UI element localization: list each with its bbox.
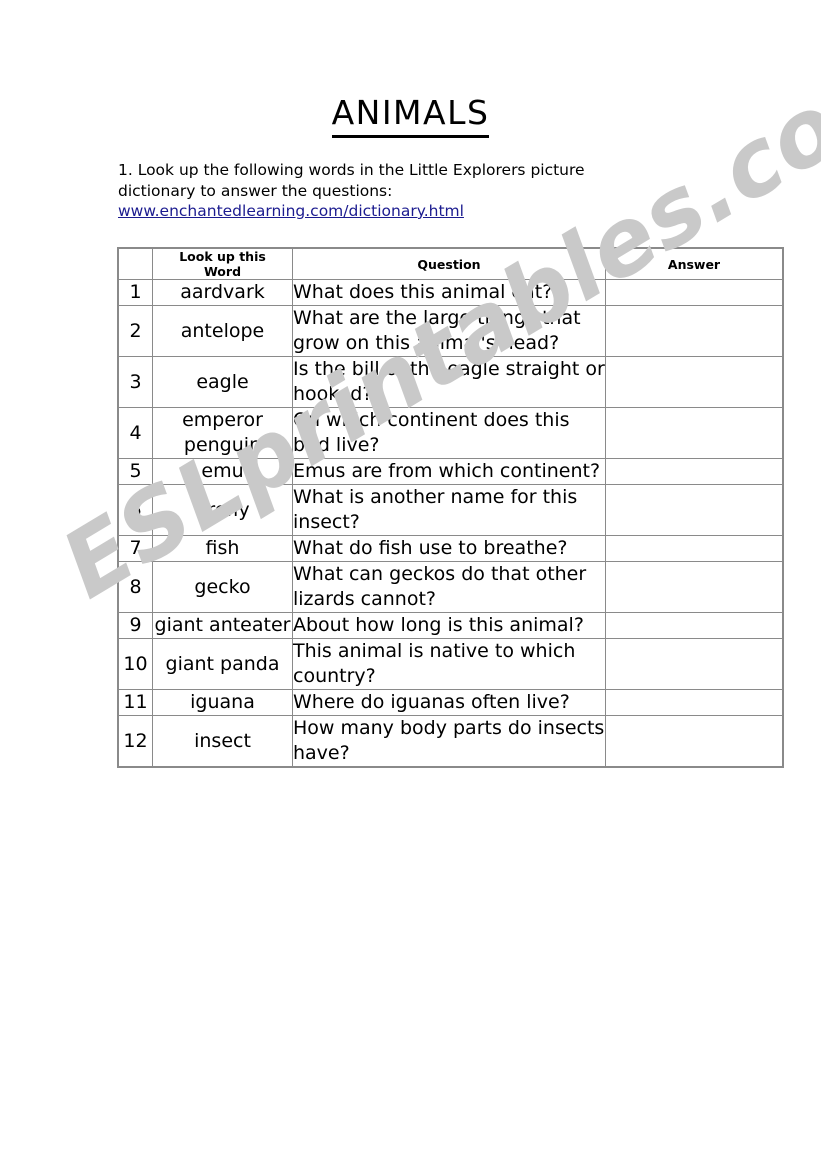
column-header-answer: Answer: [605, 248, 783, 280]
table-row: 11 iguana Where do iguanas often live?: [118, 689, 783, 716]
table-body: 1 aardvark What does this animal eat? 2 …: [118, 279, 783, 767]
table-header-row: Look up this Word Question Answer: [118, 248, 783, 280]
answer-field[interactable]: [605, 279, 783, 306]
answer-field[interactable]: [605, 356, 783, 408]
question-text: About how long is this animal?: [292, 612, 606, 639]
instruction-line-2: dictionary to answer the questions:: [118, 181, 393, 200]
lookup-word: insect: [152, 715, 293, 767]
row-number: 4: [118, 407, 153, 459]
lookup-word: emperor penguin: [152, 407, 293, 459]
column-header-question: Question: [292, 248, 606, 280]
row-number: 3: [118, 356, 153, 408]
lookup-word: antelope: [152, 305, 293, 357]
row-number: 2: [118, 305, 153, 357]
table-row: 10 giant panda This animal is native to …: [118, 638, 783, 690]
row-number: 9: [118, 612, 153, 639]
table-row: 8 gecko What can geckos do that other li…: [118, 561, 783, 613]
question-text: Is the bill of the eagle straight or hoo…: [292, 356, 606, 408]
question-text: Emus are from which continent?: [292, 458, 606, 485]
table-row: 12 insect How many body parts do insects…: [118, 715, 783, 767]
lookup-word: emu: [152, 458, 293, 485]
lookup-word: iguana: [152, 689, 293, 716]
row-number: 5: [118, 458, 153, 485]
answer-field[interactable]: [605, 535, 783, 562]
question-text: What does this animal eat?: [292, 279, 606, 306]
answer-field[interactable]: [605, 612, 783, 639]
instruction-line-1: 1. Look up the following words in the Li…: [118, 161, 585, 179]
question-text: What are the large things that grow on t…: [292, 305, 606, 357]
table-row: 4 emperor penguin On which continent doe…: [118, 407, 783, 459]
column-header-word: Look up this Word: [152, 248, 293, 280]
table-header: Look up this Word Question Answer: [118, 248, 783, 280]
row-number: 6: [118, 484, 153, 536]
instructions-block: 1. Look up the following words in the Li…: [118, 160, 678, 222]
page-title-container: ANIMALS: [0, 95, 821, 138]
answer-field[interactable]: [605, 689, 783, 716]
lookup-word: eagle: [152, 356, 293, 408]
row-number: 11: [118, 689, 153, 716]
worksheet-table: Look up this Word Question Answer 1 aard…: [117, 247, 784, 768]
question-text: Where do iguanas often live?: [292, 689, 606, 716]
table-row: 7 fish What do fish use to breathe?: [118, 535, 783, 562]
table-row: 9 giant anteater About how long is this …: [118, 612, 783, 639]
question-text: What can geckos do that other lizards ca…: [292, 561, 606, 613]
question-text: What do fish use to breathe?: [292, 535, 606, 562]
answer-field[interactable]: [605, 561, 783, 613]
column-header-word-line2: Word: [203, 264, 242, 279]
table-row: 1 aardvark What does this animal eat?: [118, 279, 783, 306]
question-text: How many body parts do insects have?: [292, 715, 606, 767]
lookup-word: firefly: [152, 484, 293, 536]
answer-field[interactable]: [605, 715, 783, 767]
table-row: 3 eagle Is the bill of the eagle straigh…: [118, 356, 783, 408]
table-row: 5 emu Emus are from which continent?: [118, 458, 783, 485]
lookup-word: giant panda: [152, 638, 293, 690]
lookup-word: aardvark: [152, 279, 293, 306]
worksheet-table-container: Look up this Word Question Answer 1 aard…: [117, 247, 784, 768]
question-text: What is another name for this insect?: [292, 484, 606, 536]
lookup-word: fish: [152, 535, 293, 562]
question-text: This animal is native to which country?: [292, 638, 606, 690]
lookup-word: giant anteater: [152, 612, 293, 639]
answer-field[interactable]: [605, 305, 783, 357]
table-row: 2 antelope What are the large things tha…: [118, 305, 783, 357]
answer-field[interactable]: [605, 407, 783, 459]
column-header-number: [118, 248, 153, 280]
row-number: 1: [118, 279, 153, 306]
page-title: ANIMALS: [331, 95, 490, 138]
lookup-word: gecko: [152, 561, 293, 613]
row-number: 8: [118, 561, 153, 613]
column-header-word-line1: Look up this: [179, 249, 266, 264]
table-row: 6 firefly What is another name for this …: [118, 484, 783, 536]
worksheet-page: ESLprintables.com ANIMALS 1. Look up the…: [0, 0, 821, 1169]
answer-field[interactable]: [605, 458, 783, 485]
answer-field[interactable]: [605, 484, 783, 536]
row-number: 7: [118, 535, 153, 562]
row-number: 10: [118, 638, 153, 690]
row-number: 12: [118, 715, 153, 767]
answer-field[interactable]: [605, 638, 783, 690]
question-text: On which continent does this bird live?: [292, 407, 606, 459]
dictionary-url-link[interactable]: www.enchantedlearning.com/dictionary.htm…: [118, 202, 464, 220]
